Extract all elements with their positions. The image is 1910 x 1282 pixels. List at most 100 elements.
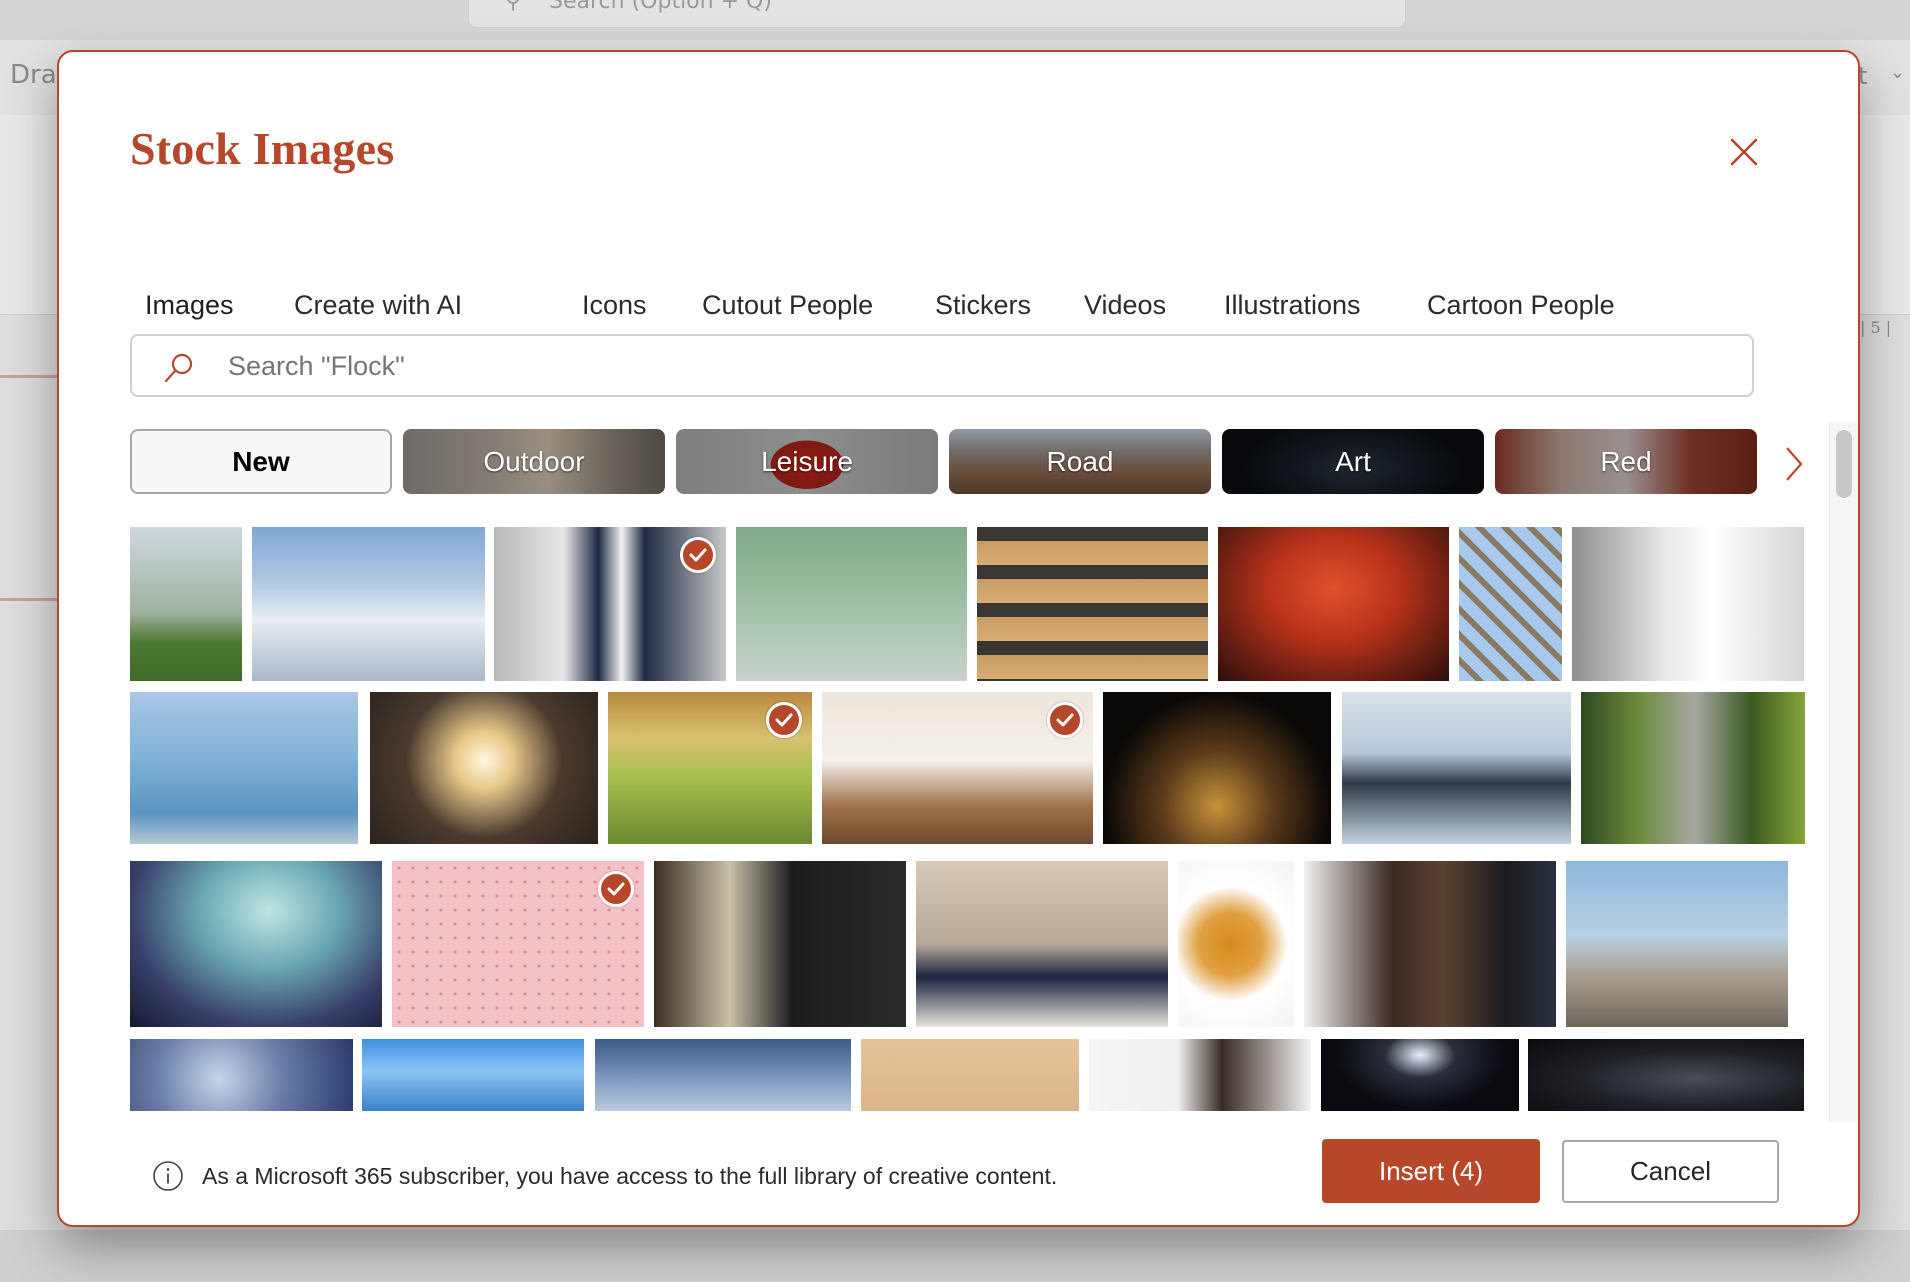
subscriber-info: As a Microsoft 365 subscriber, you have … xyxy=(152,1156,1057,1196)
tab-label: Videos xyxy=(1084,290,1167,320)
app-bottom-area xyxy=(0,1230,1910,1282)
image-tile[interactable] xyxy=(494,527,726,681)
image-tile[interactable] xyxy=(1321,1039,1519,1111)
image-tile[interactable] xyxy=(1459,527,1562,681)
stock-images-dialog: Stock Images Images Create with AI Icons… xyxy=(57,50,1860,1227)
image-tile[interactable] xyxy=(1103,692,1331,844)
ribbon-tab-draw[interactable]: Dra xyxy=(10,60,57,90)
image-tile[interactable] xyxy=(977,527,1208,681)
image-tile[interactable] xyxy=(654,861,906,1027)
image-thumbnail xyxy=(370,692,598,844)
close-button[interactable] xyxy=(1726,134,1762,170)
image-tile[interactable] xyxy=(1218,527,1449,681)
image-thumbnail xyxy=(130,692,358,844)
image-tile[interactable] xyxy=(822,692,1093,844)
image-thumbnail xyxy=(1581,692,1805,844)
selected-check-icon[interactable] xyxy=(766,702,802,738)
scrollbar-thumb[interactable] xyxy=(1836,430,1852,498)
image-thumbnail xyxy=(1459,527,1562,681)
tab-label: Icons xyxy=(582,290,647,320)
image-tile[interactable] xyxy=(130,1039,353,1111)
image-thumbnail xyxy=(1218,527,1449,681)
info-icon xyxy=(153,1161,183,1191)
image-tile[interactable] xyxy=(861,1039,1079,1111)
chip-label: Art xyxy=(1335,445,1371,477)
image-tile[interactable] xyxy=(130,527,242,681)
image-tile[interactable] xyxy=(1572,527,1804,681)
chip-label: Outdoor xyxy=(483,445,585,477)
tab-label: Cartoon People xyxy=(1427,290,1615,320)
search-field[interactable] xyxy=(130,334,1754,397)
image-thumbnail xyxy=(130,527,242,681)
insert-button[interactable]: Insert (4) xyxy=(1322,1139,1540,1203)
image-tile[interactable] xyxy=(1581,692,1805,844)
image-tile[interactable] xyxy=(736,527,967,681)
image-tile[interactable] xyxy=(362,1039,584,1111)
image-tile[interactable] xyxy=(130,692,358,844)
info-text: As a Microsoft 365 subscriber, you have … xyxy=(202,1162,1058,1189)
chip-art[interactable]: Art xyxy=(1222,429,1484,494)
slide-thumbnail-border xyxy=(0,598,60,601)
image-thumbnail xyxy=(130,861,382,1027)
dialog-title: Stock Images xyxy=(130,123,395,174)
image-thumbnail xyxy=(916,861,1168,1027)
chip-label: New xyxy=(232,445,290,477)
tab-label: Cutout People xyxy=(702,290,874,320)
chip-label: Road xyxy=(1046,445,1114,477)
image-tile[interactable] xyxy=(252,527,485,681)
selected-check-icon[interactable] xyxy=(1047,702,1083,738)
chip-red[interactable]: Red xyxy=(1495,429,1757,494)
image-thumbnail xyxy=(654,861,906,1027)
image-thumbnail xyxy=(1304,861,1556,1027)
image-thumbnail xyxy=(252,527,485,681)
chip-label: Red xyxy=(1600,445,1652,477)
image-tile[interactable] xyxy=(595,1039,851,1111)
scrollbar-track[interactable] xyxy=(1829,422,1857,1122)
image-thumbnail xyxy=(736,527,967,681)
image-tile[interactable] xyxy=(608,692,812,844)
tab-label: Create with AI xyxy=(294,290,463,320)
tab-label: Illustrations xyxy=(1224,290,1361,320)
chip-label: Leisure xyxy=(761,445,853,477)
cancel-button[interactable]: Cancel xyxy=(1562,1140,1779,1203)
image-thumbnail xyxy=(1572,527,1804,681)
chip-new[interactable]: New xyxy=(130,429,392,494)
chevron-right-icon xyxy=(1786,447,1803,481)
app-search-box[interactable]: ⚲ Search (Option + Q) xyxy=(468,0,1406,28)
image-tile[interactable] xyxy=(392,861,644,1027)
tab-label: Images xyxy=(145,290,234,320)
image-tile[interactable] xyxy=(1342,692,1571,844)
chevron-down-icon[interactable]: ⌄ xyxy=(1890,62,1905,83)
search-icon: ⚲ xyxy=(505,0,522,14)
search-input[interactable] xyxy=(228,344,1708,388)
image-grid xyxy=(130,527,1805,1111)
selected-check-icon[interactable] xyxy=(598,871,634,907)
image-tile[interactable] xyxy=(1178,861,1294,1027)
chip-outdoor[interactable]: Outdoor xyxy=(403,429,665,494)
image-thumbnail xyxy=(1528,1039,1804,1111)
image-thumbnail xyxy=(861,1039,1079,1111)
image-tile[interactable] xyxy=(1566,861,1788,1027)
image-tile[interactable] xyxy=(1089,1039,1311,1111)
app-search-placeholder: Search (Option + Q) xyxy=(549,0,772,14)
image-thumbnail xyxy=(1103,692,1331,844)
image-thumbnail xyxy=(977,527,1208,681)
ruler: | 5 | xyxy=(1860,318,1892,337)
image-thumbnail xyxy=(1342,692,1571,844)
selected-check-icon[interactable] xyxy=(680,537,716,573)
chip-road[interactable]: Road xyxy=(949,429,1211,494)
chip-leisure[interactable]: Leisure xyxy=(676,429,938,494)
search-icon xyxy=(164,353,193,383)
image-tile[interactable] xyxy=(1528,1039,1804,1111)
image-thumbnail xyxy=(1321,1039,1519,1111)
image-thumbnail xyxy=(130,1039,353,1111)
chips-next-button[interactable] xyxy=(1779,444,1809,484)
image-tile[interactable] xyxy=(916,861,1168,1027)
image-thumbnail xyxy=(1566,861,1788,1027)
image-thumbnail xyxy=(1089,1039,1311,1111)
image-tile[interactable] xyxy=(130,861,382,1027)
slide-thumbnail-border xyxy=(0,375,60,378)
image-tile[interactable] xyxy=(370,692,598,844)
image-tile[interactable] xyxy=(1304,861,1556,1027)
image-thumbnail xyxy=(595,1039,851,1111)
